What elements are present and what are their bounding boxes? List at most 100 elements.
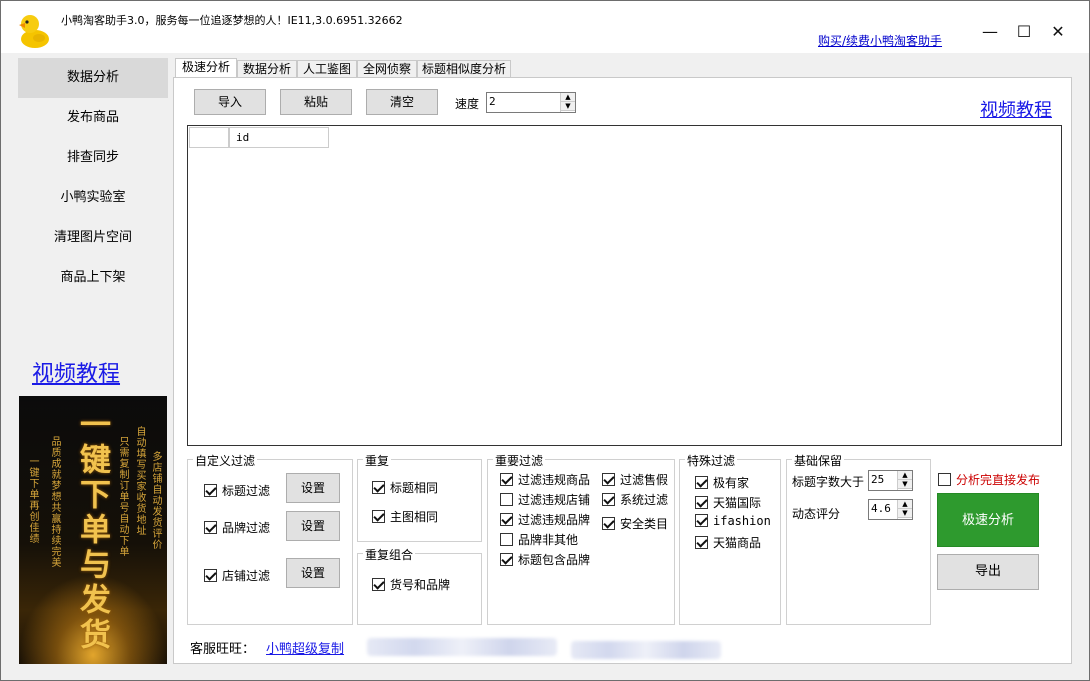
up-arrow-icon[interactable]: ▲	[898, 500, 912, 509]
down-arrow-icon[interactable]: ▼	[898, 509, 912, 518]
checkbox-box[interactable]	[602, 517, 615, 530]
sidebar-item-data-analysis[interactable]: 数据分析	[18, 58, 168, 98]
sidebar-item-shelf[interactable]: 商品上下架	[18, 258, 168, 298]
window-title: 小鸭淘客助手3.0，服务每一位追逐梦想的人！IE11,3.0.6951.3266…	[61, 14, 403, 27]
duck-logo-icon	[19, 15, 49, 48]
brand-not-other-label: 品牌非其他	[518, 533, 579, 547]
same-main-image-checkbox[interactable]: 主图相同	[372, 508, 438, 525]
shop-filter-label: 店铺过滤	[222, 569, 271, 583]
ad-banner[interactable]: 一键下单再创佳绩 品质成就梦想共赢持续完美 一键下单与发货 只需复制订单号自动下…	[19, 396, 167, 664]
checkbox-box[interactable]	[500, 513, 513, 526]
checkbox-box[interactable]	[204, 484, 217, 497]
ad-text-left-2: 品质成就梦想共赢持续完美	[49, 436, 60, 568]
title-filter-label: 标题过滤	[222, 484, 271, 498]
checkbox-box[interactable]	[695, 476, 708, 489]
shop-filter-checkbox[interactable]: 店铺过滤	[204, 567, 270, 584]
ifashion-label: ifashion	[713, 514, 771, 528]
checkbox-box[interactable]	[372, 510, 385, 523]
down-arrow-icon[interactable]: ▼	[898, 480, 912, 489]
ad-text-right-1: 只需复制订单号自动下单	[117, 436, 128, 557]
rating-stepper[interactable]: 4.6 ▲ ▼	[868, 499, 913, 520]
filter-violating-brands-label: 过滤违规品牌	[518, 513, 591, 527]
speed-stepper[interactable]: 2 ▲ ▼	[486, 92, 576, 113]
clear-button[interactable]: 清空	[366, 89, 438, 115]
jiyoujia-checkbox[interactable]: 极有家	[695, 474, 749, 491]
title-filter-settings-button[interactable]: 设置	[286, 473, 340, 503]
grid-column-header-id[interactable]: id	[229, 127, 329, 148]
redacted-contact	[571, 641, 721, 659]
redacted-contact	[367, 638, 557, 656]
sku-brand-label: 货号和品牌	[390, 578, 451, 592]
grid-corner-cell[interactable]	[189, 127, 229, 148]
close-button[interactable]: ✕	[1044, 19, 1072, 45]
speed-stepper-arrows[interactable]: ▲ ▼	[560, 93, 575, 112]
same-main-image-label: 主图相同	[390, 510, 439, 524]
buy-renew-link[interactable]: 购买/续费小鸭淘客助手	[818, 32, 942, 49]
filter-violating-items-label: 过滤违规商品	[518, 473, 591, 487]
up-arrow-icon[interactable]: ▲	[561, 93, 575, 102]
tmall-items-checkbox[interactable]: 天猫商品	[695, 534, 761, 551]
down-arrow-icon[interactable]: ▼	[561, 102, 575, 111]
fast-analyze-button[interactable]: 极速分析	[937, 493, 1039, 547]
sidebar-item-lab[interactable]: 小鸭实验室	[18, 178, 168, 218]
minimize-button[interactable]: —	[976, 19, 1004, 45]
up-arrow-icon[interactable]: ▲	[898, 471, 912, 480]
safe-category-checkbox[interactable]: 安全类目	[602, 515, 668, 532]
same-title-label: 标题相同	[390, 481, 439, 495]
maximize-button[interactable]: ☐	[1010, 19, 1038, 45]
rating-arrows[interactable]: ▲ ▼	[897, 500, 912, 519]
sidebar-item-clean-images[interactable]: 清理图片空间	[18, 218, 168, 258]
brand-filter-settings-button[interactable]: 设置	[286, 511, 340, 541]
checkbox-box[interactable]	[500, 533, 513, 546]
system-filter-label: 系统过滤	[620, 493, 669, 507]
import-button[interactable]: 导入	[194, 89, 266, 115]
sidebar-item-publish[interactable]: 发布商品	[18, 98, 168, 138]
export-button[interactable]: 导出	[937, 554, 1039, 590]
important-filter-title: 重要过滤	[493, 452, 546, 469]
auto-publish-checkbox[interactable]: 分析完直接发布	[938, 471, 1040, 488]
ad-headline: 一键下单与发货	[74, 408, 110, 653]
title-filter-checkbox[interactable]: 标题过滤	[204, 482, 270, 499]
checkbox-box[interactable]	[372, 481, 385, 494]
title-length-arrows[interactable]: ▲ ▼	[897, 471, 912, 490]
video-tutorial-link[interactable]: 视频教程	[980, 96, 1052, 122]
checkbox-box[interactable]	[500, 553, 513, 566]
tab-fast-analysis[interactable]: 极速分析	[175, 58, 237, 79]
checkbox-box[interactable]	[695, 536, 708, 549]
checkbox-box[interactable]	[500, 473, 513, 486]
checkbox-box[interactable]	[204, 569, 217, 582]
ifashion-checkbox[interactable]: ifashion	[695, 514, 771, 528]
paste-button[interactable]: 粘贴	[280, 89, 352, 115]
checkbox-box[interactable]	[695, 496, 708, 509]
tmall-global-checkbox[interactable]: 天猫国际	[695, 494, 761, 511]
speed-label: 速度	[455, 97, 480, 111]
checkbox-box[interactable]	[602, 473, 615, 486]
sidebar-item-check-sync[interactable]: 排查同步	[18, 138, 168, 178]
filter-violating-brands-checkbox[interactable]: 过滤违规品牌	[500, 511, 590, 528]
checkbox-box[interactable]	[695, 514, 708, 527]
brand-not-other-checkbox[interactable]: 品牌非其他	[500, 531, 578, 548]
data-grid[interactable]: id	[187, 125, 1062, 446]
brand-filter-checkbox[interactable]: 品牌过滤	[204, 519, 270, 536]
checkbox-box[interactable]	[500, 493, 513, 506]
system-filter-checkbox[interactable]: 系统过滤	[602, 491, 668, 508]
ad-text-right-3: 多店铺自动发货评价	[150, 451, 161, 550]
special-filter-title: 特殊过滤	[685, 452, 738, 469]
sidebar-video-link[interactable]: 视频教程	[32, 356, 120, 388]
checkbox-box[interactable]	[602, 493, 615, 506]
repeat-combo-title: 重复组合	[363, 546, 416, 563]
service-link[interactable]: 小鸭超级复制	[266, 638, 344, 657]
same-title-checkbox[interactable]: 标题相同	[372, 479, 438, 496]
checkbox-box[interactable]	[938, 473, 951, 486]
title-length-value: 25	[871, 473, 885, 486]
checkbox-box[interactable]	[204, 521, 217, 534]
title-contains-brand-label: 标题包含品牌	[518, 553, 591, 567]
title-contains-brand-checkbox[interactable]: 标题包含品牌	[500, 551, 590, 568]
title-length-stepper[interactable]: 25 ▲ ▼	[868, 470, 913, 491]
filter-counterfeit-checkbox[interactable]: 过滤售假	[602, 471, 668, 488]
shop-filter-settings-button[interactable]: 设置	[286, 558, 340, 588]
filter-violating-items-checkbox[interactable]: 过滤违规商品	[500, 471, 590, 488]
filter-violating-shops-checkbox[interactable]: 过滤违规店铺	[500, 491, 590, 508]
checkbox-box[interactable]	[372, 578, 385, 591]
sku-brand-checkbox[interactable]: 货号和品牌	[372, 576, 450, 593]
